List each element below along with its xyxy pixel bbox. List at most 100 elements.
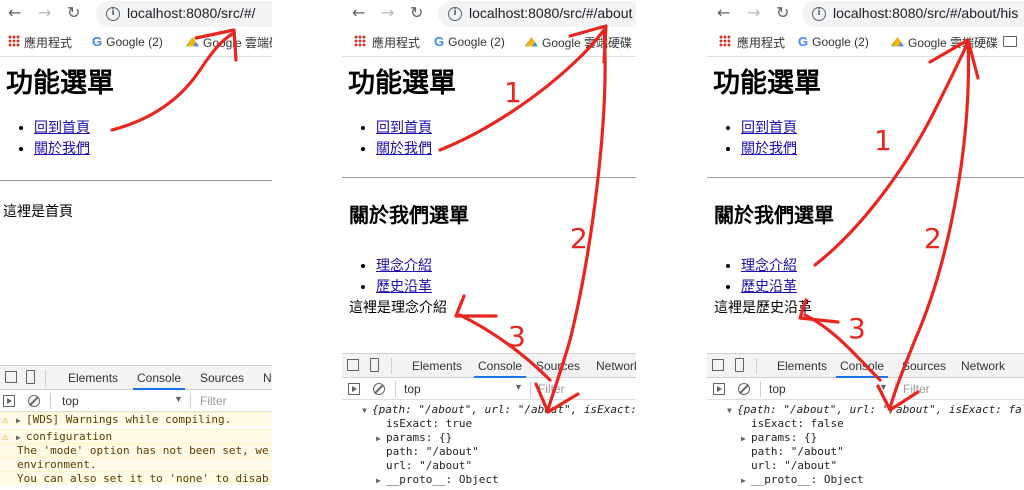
url-text: localhost:8080/src/#/	[127, 5, 256, 21]
bookmark-google[interactable]: G Google (2)	[434, 34, 505, 49]
about-link[interactable]: 關於我們	[376, 141, 432, 157]
home-link[interactable]: 回到首頁	[741, 120, 797, 136]
filter-input[interactable]: Filter	[200, 394, 227, 408]
tab-network[interactable]: Network	[596, 359, 636, 373]
home-link[interactable]: 回到首頁	[376, 120, 432, 136]
main-menu: 回到首頁 關於我們	[348, 118, 636, 160]
info-icon[interactable]: i	[448, 7, 462, 21]
main-menu: 回到首頁 關於我們	[6, 118, 272, 160]
bookmark-apps[interactable]: 應用程式	[737, 34, 785, 51]
filter-input[interactable]: Filter	[903, 382, 930, 396]
expand-triangle-icon[interactable]: ▶	[376, 432, 386, 446]
device-toolbar-icon[interactable]	[370, 358, 379, 372]
tab-sources[interactable]: Sources	[200, 371, 244, 385]
info-icon[interactable]: i	[106, 7, 120, 21]
inspect-icon[interactable]	[712, 359, 724, 371]
prop-url: url: "/about"	[386, 459, 473, 472]
inspect-icon[interactable]	[5, 371, 17, 383]
forward-arrow-icon[interactable]: →	[747, 4, 760, 22]
tab-console[interactable]: Console	[473, 359, 527, 378]
console-warning[interactable]: ⚠ ▶ configuration	[0, 429, 272, 443]
bookmark-drive[interactable]: Google 雲端硬碟	[525, 34, 632, 51]
collapse-triangle-icon[interactable]: ▼	[362, 404, 372, 418]
context-dropdown-icon[interactable]: ▼	[879, 382, 888, 392]
divider	[707, 177, 1024, 178]
about-link[interactable]: 關於我們	[741, 141, 797, 157]
clear-console-icon[interactable]	[373, 383, 385, 395]
tab-sources[interactable]: Sources	[536, 359, 580, 373]
context-select[interactable]: top	[404, 382, 421, 396]
inspect-icon[interactable]	[347, 359, 359, 371]
back-arrow-icon[interactable]: ←	[8, 4, 21, 22]
toolbar-separator	[190, 393, 191, 409]
prop-params[interactable]: ▶ params: {}	[342, 431, 636, 445]
tab-network[interactable]: Ne	[263, 371, 272, 385]
back-arrow-icon[interactable]: ←	[352, 4, 365, 22]
bookmark-apps[interactable]: 應用程式	[24, 34, 72, 51]
device-toolbar-icon[interactable]	[26, 370, 35, 384]
context-select[interactable]: top	[769, 382, 786, 396]
forward-arrow-icon[interactable]: →	[381, 4, 394, 22]
address-bar[interactable]: i localhost:8080/src/#/about/his	[802, 1, 1024, 27]
info-icon[interactable]: i	[812, 7, 826, 21]
sidebar-toggle-icon[interactable]	[713, 383, 725, 395]
divider	[0, 180, 272, 181]
expand-triangle-icon[interactable]: ▶	[16, 414, 26, 428]
sidebar-toggle-icon[interactable]	[3, 395, 15, 407]
expand-triangle-icon[interactable]: ▶	[376, 474, 386, 488]
reload-icon[interactable]: ↻	[410, 4, 423, 22]
tab-elements[interactable]: Elements	[68, 371, 118, 385]
bookmark-drive[interactable]: Google 雲端硬	[186, 34, 272, 51]
context-select[interactable]: top	[62, 394, 79, 408]
expand-triangle-icon[interactable]: ▶	[741, 474, 751, 488]
expand-triangle-icon[interactable]: ▶	[741, 432, 751, 446]
address-bar[interactable]: i localhost:8080/src/#/about	[438, 1, 636, 27]
clear-console-icon[interactable]	[28, 395, 40, 407]
clear-console-icon[interactable]	[738, 383, 750, 395]
prop-proto[interactable]: ▶ __proto__: Object	[707, 473, 1024, 487]
about-link[interactable]: 關於我們	[34, 141, 90, 157]
context-dropdown-icon[interactable]: ▼	[174, 394, 183, 404]
history-link[interactable]: 歷史沿革	[376, 279, 432, 295]
bookmark-google[interactable]: G Google (2)	[798, 34, 869, 49]
tab-elements[interactable]: Elements	[777, 359, 827, 373]
history-link[interactable]: 歷史沿革	[741, 279, 797, 295]
tab-sources[interactable]: Sources	[902, 359, 946, 373]
collapse-triangle-icon[interactable]: ▼	[727, 404, 737, 418]
page-title: 功能選單	[713, 68, 821, 99]
filter-input[interactable]: Filter	[538, 382, 565, 396]
page-content: 功能選單 回到首頁 關於我們	[348, 64, 636, 160]
tab-console[interactable]: Console	[835, 359, 889, 378]
console-object-summary[interactable]: ▼ {path: "/about", url: "/about", isExact…	[707, 403, 1024, 417]
context-dropdown-icon[interactable]: ▼	[514, 382, 523, 392]
bookmark-apps[interactable]: 應用程式	[372, 34, 420, 51]
sidebar-toggle-icon[interactable]	[348, 383, 360, 395]
menu-item-about: 關於我們	[376, 139, 636, 160]
reload-icon[interactable]: ↻	[67, 4, 80, 22]
chrome-divider	[0, 56, 272, 57]
annotation-number: 3	[848, 312, 866, 345]
bookmark-google[interactable]: G Google (2)	[92, 34, 163, 49]
device-toolbar-icon[interactable]	[735, 358, 744, 372]
tab-network[interactable]: Network	[961, 359, 1005, 373]
chrome-divider	[342, 56, 636, 57]
back-arrow-icon[interactable]: ←	[717, 4, 730, 22]
prop-isexact: isExact: false	[751, 417, 844, 430]
console-warning[interactable]: ⚠ ▶ [WDS] Warnings while compiling.	[0, 412, 272, 426]
apps-grid-icon	[354, 35, 366, 47]
home-link[interactable]: 回到首頁	[34, 120, 90, 136]
philosophy-link[interactable]: 理念介紹	[376, 258, 432, 274]
prop-proto[interactable]: ▶ __proto__: Object	[342, 473, 636, 487]
forward-arrow-icon[interactable]: →	[38, 4, 51, 22]
route-content-text: 這裡是歷史沿革	[714, 300, 812, 316]
folder-icon[interactable]	[1003, 36, 1017, 47]
bookmark-drive[interactable]: Google 雲端硬碟	[891, 34, 998, 51]
reload-icon[interactable]: ↻	[776, 4, 789, 22]
tab-console[interactable]: Console	[132, 371, 186, 390]
address-bar[interactable]: i localhost:8080/src/#/	[96, 1, 272, 27]
tab-elements[interactable]: Elements	[412, 359, 462, 373]
console-object-summary[interactable]: ▼ {path: "/about", url: "/about", isExact…	[342, 403, 636, 417]
prop-params[interactable]: ▶ params: {}	[707, 431, 1024, 445]
philosophy-link[interactable]: 理念介紹	[741, 258, 797, 274]
bookmarks-bar: 應用程式 G Google (2) Google 雲端硬碟	[707, 30, 1024, 54]
